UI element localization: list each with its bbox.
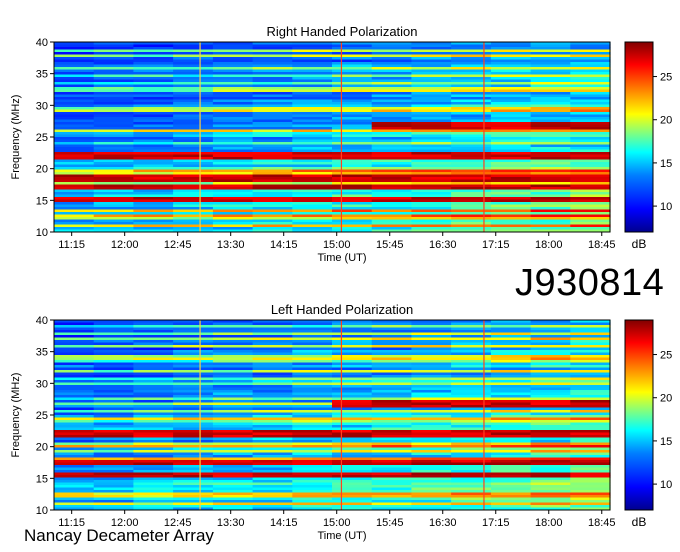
x-tick-label: 15:45 [376,239,404,251]
colorbar [624,319,654,511]
colorbar [624,41,654,233]
x-tick-label: 15:00 [323,517,351,529]
x-tick-label: 17:15 [482,239,510,251]
x-tick-label: 12:00 [111,239,139,251]
y-tick-label: 25 [36,132,48,144]
y-tick-label: 40 [36,315,48,327]
x-tick-label: 17:15 [482,517,510,529]
panel-title: Right Handed Polarization [266,24,417,39]
y-tick-label: 40 [36,37,48,49]
y-tick-label: 35 [36,69,48,81]
colorbar-tick-label: 15 [660,158,672,170]
x-tick-label: 14:15 [270,239,298,251]
right-polarization-panel: Right Handed Polarization 10 15 20 25 30 35 40 F… [10,24,672,264]
x-tick-label: 18:45 [588,239,616,251]
x-tick-label: 13:30 [217,239,245,251]
y-tick-label: 10 [36,227,48,239]
y-tick-label: 20 [36,442,48,454]
y-tick-label: 30 [36,378,48,390]
colorbar-tick-label: 10 [660,201,672,213]
y-tick-label: 10 [36,505,48,517]
panel-title: Left Handed Polarization [271,302,413,317]
spectrogram-image [54,42,611,233]
x-tick-label: 15:45 [376,517,404,529]
x-tick-label: 12:45 [164,239,192,251]
instrument-label: Nancay Decameter Array [24,526,214,545]
y-tick-label: 25 [36,410,48,422]
colorbar-tick-label: 15 [660,436,672,448]
y-tick-label: 15 [36,473,48,485]
y-tick-label: 30 [36,100,48,112]
colorbar-label: dB [632,515,647,529]
x-axis-label: Time (UT) [317,530,366,542]
y-axis-label: Frequency (MHz) [10,95,22,180]
x-tick-label: 15:00 [323,239,351,251]
x-axis-label: Time (UT) [317,252,366,264]
y-tick-label: 15 [36,195,48,207]
left-polarization-panel: Left Handed Polarization 10 15 20 25 30 35 40 Fr… [10,302,672,542]
observation-id: J930814 [515,262,665,304]
x-tick-label: 16:30 [429,239,457,251]
x-tick-label: 18:45 [588,517,616,529]
colorbar-tick-label: 20 [660,393,672,405]
colorbar-tick-label: 10 [660,479,672,491]
y-tick-label: 20 [36,164,48,176]
y-axis-label: Frequency (MHz) [10,373,22,458]
y-tick-label: 35 [36,347,48,359]
colorbar-tick-label: 20 [660,115,672,127]
colorbar-label: dB [632,237,647,251]
x-tick-label: 14:15 [270,517,298,529]
x-tick-label: 11:15 [58,239,85,251]
x-tick-label: 13:30 [217,517,245,529]
x-tick-label: 18:00 [535,239,563,251]
colorbar-tick-label: 25 [660,350,672,362]
colorbar-tick-label: 25 [660,72,672,84]
spectrogram-image [54,320,611,511]
x-tick-label: 16:30 [429,517,457,529]
x-tick-label: 18:00 [535,517,563,529]
